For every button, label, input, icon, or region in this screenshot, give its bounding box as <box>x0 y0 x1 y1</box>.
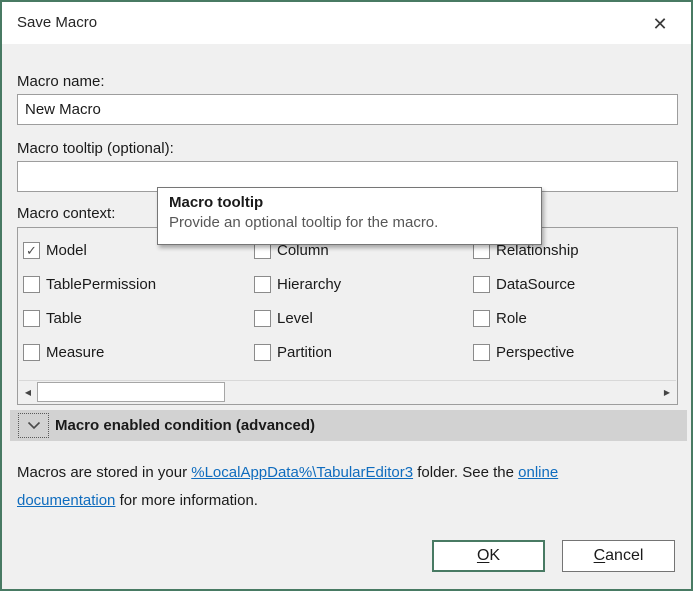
info-line-1: Macros are stored in your %LocalAppData%… <box>17 459 681 487</box>
tooltip-popup-body: Provide an optional tooltip for the macr… <box>169 214 530 231</box>
checkbox-item-table[interactable]: ✓ Table <box>23 309 82 327</box>
online-documentation-link[interactable]: documentation <box>17 492 115 509</box>
checkbox-item-datasource[interactable]: ✓ DataSource <box>473 275 575 293</box>
checkbox-item-perspective[interactable]: ✓ Perspective <box>473 343 574 361</box>
info-text-segment: folder. See the <box>413 464 518 481</box>
checkbox-label: TablePermission <box>46 276 156 293</box>
checkbox-item-hierarchy[interactable]: ✓ Hierarchy <box>254 275 341 293</box>
macro-name-label: Macro name: <box>17 73 105 90</box>
checkbox-partition: ✓ <box>254 344 271 361</box>
checkbox-item-model[interactable]: ✓ Model <box>23 241 87 259</box>
checkbox-model: ✓ <box>23 242 40 259</box>
checkbox-label: Model <box>46 242 87 259</box>
checkbox-datasource: ✓ <box>473 276 490 293</box>
horizontal-scrollbar[interactable]: ◀ ▶ <box>19 380 676 403</box>
localappdata-folder-link[interactable]: %LocalAppData%\TabularEditor3 <box>191 464 413 481</box>
checkbox-item-level[interactable]: ✓ Level <box>254 309 313 327</box>
expander-title: Macro enabled condition (advanced) <box>55 417 315 434</box>
info-text-segment: Macros are stored in your <box>17 464 191 481</box>
dialog-title: Save Macro <box>17 14 97 31</box>
tooltip-popup-title: Macro tooltip <box>169 194 530 211</box>
checkbox-label: Level <box>277 310 313 327</box>
expander-header[interactable]: Macro enabled condition (advanced) <box>10 410 687 441</box>
checkbox-measure: ✓ <box>23 344 40 361</box>
check-icon: ✓ <box>26 244 37 257</box>
ok-button[interactable]: OK <box>432 540 545 572</box>
cancel-button-label: Cancel <box>594 547 644 565</box>
macro-context-group: ✓ Model ✓ Column ✓ Relationship ✓ TableP… <box>17 227 678 405</box>
checkbox-label: Partition <box>277 344 332 361</box>
checkbox-label: DataSource <box>496 276 575 293</box>
checkbox-hierarchy: ✓ <box>254 276 271 293</box>
checkbox-item-measure[interactable]: ✓ Measure <box>23 343 104 361</box>
title-bar[interactable]: Save Macro <box>2 2 691 44</box>
save-macro-dialog: Save Macro ✕ Macro name: Macro tooltip (… <box>0 0 693 591</box>
checkbox-perspective: ✓ <box>473 344 490 361</box>
expander-chevron-button[interactable] <box>18 413 49 438</box>
close-button[interactable]: ✕ <box>641 8 679 40</box>
checkbox-label: Perspective <box>496 344 574 361</box>
ok-button-label: OK <box>477 547 500 565</box>
chevron-down-icon <box>27 421 41 430</box>
checkbox-label: Hierarchy <box>277 276 341 293</box>
checkbox-tablepermission: ✓ <box>23 276 40 293</box>
cancel-button[interactable]: Cancel <box>562 540 675 572</box>
info-text: Macros are stored in your %LocalAppData%… <box>17 459 681 515</box>
checkbox-label: Role <box>496 310 527 327</box>
macro-name-input[interactable] <box>17 94 678 125</box>
checkbox-label: Measure <box>46 344 104 361</box>
checkbox-item-tablepermission[interactable]: ✓ TablePermission <box>23 275 156 293</box>
online-documentation-link[interactable]: online <box>518 464 558 481</box>
scroll-right-icon[interactable]: ▶ <box>658 381 676 403</box>
tooltip-popup: Macro tooltip Provide an optional toolti… <box>157 187 542 245</box>
checkbox-item-role[interactable]: ✓ Role <box>473 309 527 327</box>
info-text-segment: for more information. <box>115 492 258 509</box>
macro-context-label: Macro context: <box>17 205 115 222</box>
scrollbar-thumb[interactable] <box>37 382 225 402</box>
checkbox-level: ✓ <box>254 310 271 327</box>
checkbox-item-partition[interactable]: ✓ Partition <box>254 343 332 361</box>
checkbox-role: ✓ <box>473 310 490 327</box>
macro-tooltip-label: Macro tooltip (optional): <box>17 140 174 157</box>
scroll-left-icon[interactable]: ◀ <box>19 381 37 403</box>
close-icon: ✕ <box>652 14 667 35</box>
checkbox-label: Table <box>46 310 82 327</box>
checkbox-table: ✓ <box>23 310 40 327</box>
info-line-2: documentation for more information. <box>17 487 681 515</box>
